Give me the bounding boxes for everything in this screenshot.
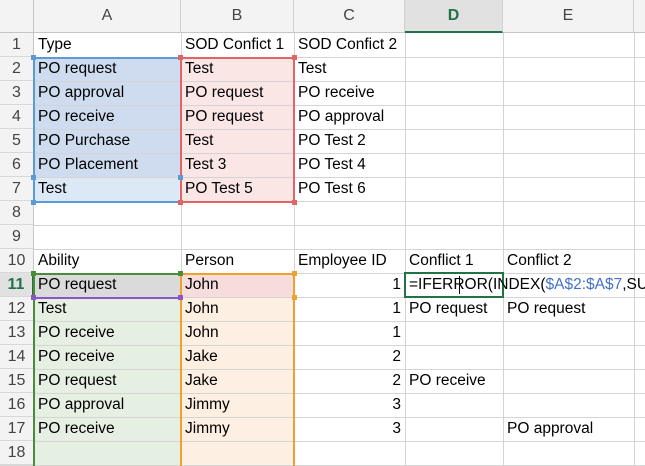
formula-text-start: =IFERROR(INDEX(	[409, 276, 546, 293]
cell-c13[interactable]: 1	[294, 321, 405, 345]
range-handle[interactable]	[292, 55, 297, 60]
cell-c7[interactable]: PO Test 6	[294, 177, 405, 201]
cell-c11[interactable]: 1	[294, 273, 405, 297]
cell-c6[interactable]: PO Test 4	[294, 153, 405, 177]
cell-b1[interactable]: SOD Confict 1	[181, 33, 294, 57]
range-handle[interactable]	[31, 175, 36, 180]
cell-c12[interactable]: 1	[294, 297, 405, 321]
cell-b10[interactable]: Person	[181, 249, 294, 273]
row-header[interactable]: 4	[0, 105, 34, 129]
cell-c16[interactable]: 3	[294, 393, 405, 417]
text-cursor	[459, 276, 460, 294]
range-highlight-b2-b7[interactable]	[180, 57, 295, 203]
cell-d10[interactable]: Conflict 1	[405, 249, 503, 273]
range-highlight-divider	[34, 297, 181, 299]
row-header[interactable]: 3	[0, 81, 34, 105]
gridline	[405, 0, 406, 466]
cell-e12[interactable]: PO request	[503, 297, 634, 321]
range-handle[interactable]	[31, 200, 36, 205]
range-handle[interactable]	[178, 175, 183, 180]
row-header[interactable]: 15	[0, 369, 34, 393]
select-all-corner[interactable]	[0, 0, 34, 33]
cell-c10[interactable]: Employee ID	[294, 249, 405, 273]
row-header[interactable]: 18	[0, 441, 34, 465]
row-header[interactable]: 9	[0, 225, 34, 249]
range-handle[interactable]	[292, 271, 297, 276]
cell-a10[interactable]: Ability	[34, 249, 181, 273]
range-handle[interactable]	[31, 271, 36, 276]
cell-c1[interactable]: SOD Confict 2	[294, 33, 405, 57]
row-header[interactable]: 14	[0, 345, 34, 369]
row-header[interactable]: 12	[0, 297, 34, 321]
gridline	[634, 0, 635, 466]
spreadsheet-grid[interactable]: A B C D E 1 2 3 4 5 6 7 8 9 10 11 12 13 …	[0, 0, 645, 466]
column-header-c[interactable]: C	[294, 0, 405, 33]
row-header[interactable]: 8	[0, 201, 34, 225]
column-header-e[interactable]: E	[503, 0, 634, 33]
range-highlight-a2-a7[interactable]	[33, 57, 182, 203]
cell-c4[interactable]: PO approval	[294, 105, 405, 129]
formula-text-end: ,SUM	[622, 276, 645, 293]
row-header[interactable]: 13	[0, 321, 34, 345]
cell-c17[interactable]: 3	[294, 417, 405, 441]
range-handle[interactable]	[178, 200, 183, 205]
range-highlight-a11[interactable]	[33, 273, 182, 466]
column-header-a[interactable]: A	[34, 0, 181, 33]
row-header[interactable]: 5	[0, 129, 34, 153]
cell-c2[interactable]: Test	[294, 57, 405, 81]
range-handle[interactable]	[31, 295, 36, 300]
range-handle[interactable]	[292, 295, 297, 300]
gridline	[0, 225, 645, 226]
cell-c14[interactable]: 2	[294, 345, 405, 369]
cell-c5[interactable]: PO Test 2	[294, 129, 405, 153]
row-header[interactable]: 2	[0, 57, 34, 81]
range-handle[interactable]	[178, 295, 183, 300]
row-header[interactable]: 1	[0, 33, 34, 57]
cell-d11-formula-editor[interactable]: =IFERROR(INDEX($A$2:$A$7,SUM	[405, 273, 645, 297]
cell-d15[interactable]: PO receive	[405, 369, 503, 393]
row-header-active[interactable]: 11	[0, 273, 34, 297]
row-header[interactable]: 16	[0, 393, 34, 417]
range-handle[interactable]	[178, 55, 183, 60]
range-handle[interactable]	[178, 271, 183, 276]
row-header[interactable]: 10	[0, 249, 34, 273]
row-header[interactable]: 6	[0, 153, 34, 177]
cell-c15[interactable]: 2	[294, 369, 405, 393]
range-handle[interactable]	[292, 200, 297, 205]
formula-range-reference: $A$2:$A$7	[545, 276, 623, 293]
column-header-b[interactable]: B	[181, 0, 294, 33]
row-header[interactable]: 17	[0, 417, 34, 441]
cell-e10[interactable]: Conflict 2	[503, 249, 634, 273]
cell-e17[interactable]: PO approval	[503, 417, 634, 441]
range-handle[interactable]	[31, 55, 36, 60]
column-header-d[interactable]: D	[405, 0, 503, 33]
gridline	[503, 0, 504, 466]
row-header[interactable]: 7	[0, 177, 34, 201]
cell-a1[interactable]: Type	[34, 33, 181, 57]
range-highlight-b11[interactable]	[180, 273, 295, 466]
column-header-f[interactable]	[634, 0, 645, 33]
cell-d12[interactable]: PO request	[405, 297, 503, 321]
cell-c3[interactable]: PO receive	[294, 81, 405, 105]
